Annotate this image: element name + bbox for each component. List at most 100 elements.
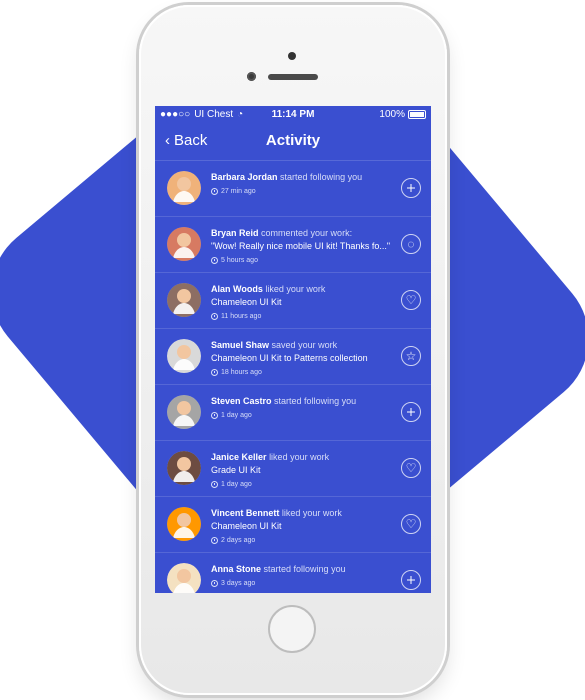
activity-time: 11 hours ago	[211, 310, 393, 323]
activity-row[interactable]: Bryan Reid commented your work: "Wow! Rea…	[155, 217, 431, 273]
comment-button[interactable]: ◌	[401, 234, 421, 254]
avatar-icon	[167, 563, 201, 593]
activity-action: liked your work	[265, 284, 326, 294]
avatar-icon	[167, 507, 201, 541]
activity-time: 27 min ago	[211, 185, 393, 198]
activity-text: Samuel Shaw saved your work Chameleon UI …	[211, 339, 393, 379]
activity-headline: Vincent Bennett liked your work	[211, 507, 393, 520]
save-button[interactable]: ☆	[401, 346, 421, 366]
time-label: 2 days ago	[221, 537, 256, 544]
avatar[interactable]	[167, 171, 201, 205]
time-label: 3 days ago	[221, 580, 256, 587]
front-camera-icon	[247, 72, 256, 81]
activity-action: commented your work:	[261, 228, 353, 238]
activity-action: saved your work	[271, 340, 338, 350]
page-title: Activity	[265, 132, 321, 149]
activity-row[interactable]: Barbara Jordan started following you 27 m…	[155, 161, 431, 217]
activity-detail: Chameleon UI Kit to Patterns collection	[211, 353, 368, 363]
avatar-icon	[167, 451, 201, 485]
time-label: 1 day ago	[221, 481, 252, 488]
activity-text: Steven Castro started following you 1 day…	[211, 395, 393, 422]
activity-detail: Chameleon UI Kit	[211, 297, 282, 307]
battery-percent: 100%	[379, 109, 405, 120]
clock-icon	[211, 369, 218, 376]
clock-icon	[211, 257, 218, 264]
activity-text: Bryan Reid commented your work: "Wow! Rea…	[211, 227, 393, 267]
time-label: 18 hours ago	[221, 369, 262, 376]
clock-icon	[211, 188, 218, 195]
activity-time: 1 day ago	[211, 409, 393, 422]
user-name[interactable]: Steven Castro	[211, 396, 272, 406]
user-name[interactable]: Janice Keller	[211, 452, 267, 462]
user-name[interactable]: Samuel Shaw	[211, 340, 269, 350]
follow-button[interactable]	[401, 570, 421, 590]
activity-headline: Steven Castro started following you	[211, 395, 393, 408]
home-button[interactable]	[268, 605, 316, 653]
time-label: 5 hours ago	[221, 257, 258, 264]
user-name[interactable]: Vincent Bennett	[211, 508, 279, 518]
user-name[interactable]: Anna Stone	[211, 564, 261, 574]
avatar-icon	[167, 283, 201, 317]
clock-icon	[211, 313, 218, 320]
activity-row[interactable]: Janice Keller liked your work Grade UI Ki…	[155, 441, 431, 497]
clock-icon	[211, 580, 218, 587]
activity-detail: Chameleon UI Kit	[211, 521, 282, 531]
activity-detail: "Wow! Really nice mobile UI kit! Thanks …	[211, 241, 391, 251]
user-name[interactable]: Alan Woods	[211, 284, 263, 294]
activity-headline: Bryan Reid commented your work:	[211, 227, 393, 240]
activity-text: Anna Stone started following you 3 days a…	[211, 563, 393, 590]
activity-headline: Barbara Jordan started following you	[211, 171, 393, 184]
avatar[interactable]	[167, 451, 201, 485]
user-name[interactable]: Bryan Reid	[211, 228, 259, 238]
activity-row[interactable]: Steven Castro started following you 1 day…	[155, 385, 431, 441]
activity-list: Barbara Jordan started following you 27 m…	[155, 161, 431, 593]
activity-time: 18 hours ago	[211, 366, 393, 379]
front-dot	[288, 52, 296, 60]
avatar[interactable]	[167, 563, 201, 593]
time-label: 11 hours ago	[221, 313, 262, 320]
activity-action: started following you	[280, 172, 363, 182]
activity-headline: Janice Keller liked your work	[211, 451, 393, 464]
user-name[interactable]: Barbara Jordan	[211, 172, 278, 182]
activity-row[interactable]: Anna Stone started following you 3 days a…	[155, 553, 431, 593]
clock-icon	[211, 537, 218, 544]
avatar[interactable]	[167, 283, 201, 317]
like-button[interactable]: ♡	[401, 458, 421, 478]
avatar-icon	[167, 339, 201, 373]
battery-info: 100%	[379, 109, 426, 120]
earpiece-speaker	[268, 74, 318, 80]
battery-icon	[408, 110, 426, 119]
avatar-icon	[167, 171, 201, 205]
activity-row[interactable]: Vincent Bennett liked your work Chameleon…	[155, 497, 431, 553]
clock-icon	[211, 481, 218, 488]
activity-text: Janice Keller liked your work Grade UI Ki…	[211, 451, 393, 491]
avatar-icon	[167, 227, 201, 261]
activity-headline: Anna Stone started following you	[211, 563, 393, 576]
clock-icon	[211, 412, 218, 419]
activity-text: Barbara Jordan started following you 27 m…	[211, 171, 393, 198]
activity-time: 1 day ago	[211, 478, 393, 491]
activity-row[interactable]: Alan Woods liked your work Chameleon UI K…	[155, 273, 431, 329]
follow-button[interactable]	[401, 402, 421, 422]
status-bar: ●●●○○ UI Chest ◔ 11:14 PM 100%	[155, 106, 431, 124]
activity-text: Alan Woods liked your work Chameleon UI K…	[211, 283, 393, 323]
avatar[interactable]	[167, 227, 201, 261]
activity-row[interactable]: Samuel Shaw saved your work Chameleon UI …	[155, 329, 431, 385]
time-label: 27 min ago	[221, 188, 256, 195]
activity-action: liked your work	[269, 452, 330, 462]
activity-headline: Alan Woods liked your work	[211, 283, 393, 296]
activity-time: 3 days ago	[211, 577, 393, 590]
activity-time: 2 days ago	[211, 534, 393, 547]
app-screen: ●●●○○ UI Chest ◔ 11:14 PM 100% ‹ Back Ac…	[155, 106, 431, 593]
activity-action: liked your work	[281, 508, 342, 518]
activity-text: Vincent Bennett liked your work Chameleon…	[211, 507, 393, 547]
like-button[interactable]: ♡	[401, 514, 421, 534]
avatar[interactable]	[167, 507, 201, 541]
avatar[interactable]	[167, 395, 201, 429]
navigation-bar: ‹ Back Activity	[155, 124, 431, 161]
avatar[interactable]	[167, 339, 201, 373]
follow-button[interactable]	[401, 178, 421, 198]
like-button[interactable]: ♡	[401, 290, 421, 310]
activity-action: started following you	[263, 564, 346, 574]
activity-detail: Grade UI Kit	[211, 465, 261, 475]
